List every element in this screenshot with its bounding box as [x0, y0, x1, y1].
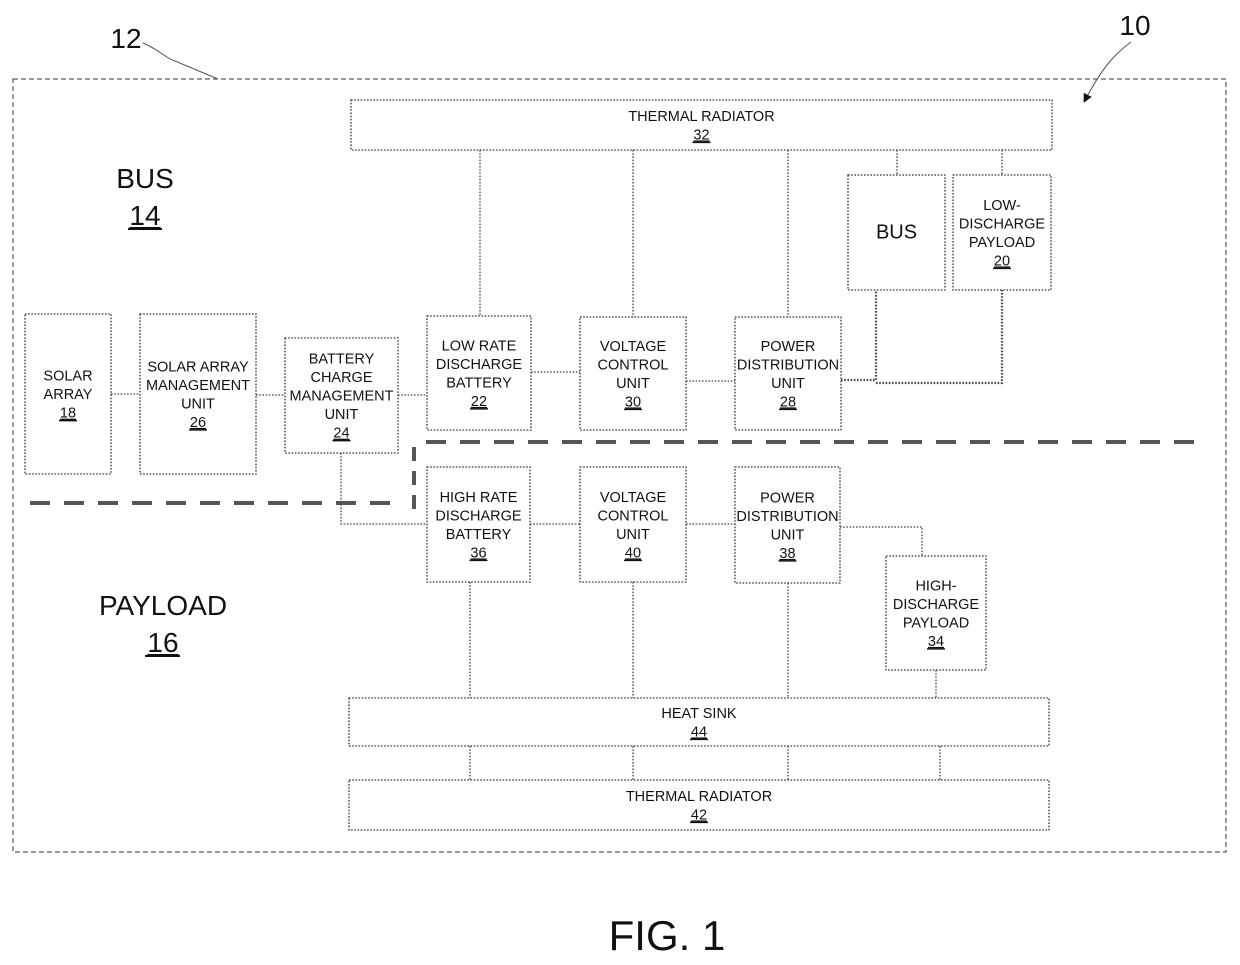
block-label-line: HEAT SINK — [661, 706, 737, 722]
bus-region-label: BUS — [116, 163, 174, 194]
block-thermal-radiator-32: THERMAL RADIATOR 32 — [350, 99, 1053, 151]
block-frame — [734, 466, 841, 584]
block-label-line: CHARGE — [310, 370, 372, 386]
block-bus-load: BUS — [847, 174, 946, 291]
block-label-line: UNIT — [771, 376, 805, 392]
block-frame — [139, 313, 257, 475]
block-ref-number: 32 — [693, 127, 709, 143]
block-label-line: BATTERY — [446, 527, 512, 543]
block-label-line: ARRAY — [44, 387, 93, 403]
block-label-line: UNIT — [325, 407, 359, 423]
block-frame — [426, 466, 531, 583]
block-label-line: THERMAL RADIATOR — [626, 789, 772, 805]
block-ref-number: 30 — [625, 394, 641, 410]
block-ref-number: 22 — [471, 394, 487, 410]
block-ref-number: 20 — [994, 253, 1010, 269]
block-label-line: POWER — [761, 339, 816, 355]
block-voltage-control-unit-30: VOLTAGE CONTROL UNIT 30 — [579, 316, 687, 431]
figure-label: FIG. 1 — [609, 912, 726, 959]
block-label-line: CONTROL — [598, 357, 669, 373]
connector-power-distribution-unit-28-to-bus-load — [841, 290, 878, 382]
block-label-line: MANAGEMENT — [290, 389, 394, 405]
block-label-line: CONTROL — [598, 508, 669, 524]
block-ref-number: 26 — [190, 415, 206, 431]
block-ref-number: 34 — [928, 634, 944, 650]
block-label-line: LOW- — [983, 198, 1021, 214]
block-solar-array-18: SOLAR ARRAY 18 — [24, 313, 112, 475]
block-ref-number: 38 — [779, 546, 795, 562]
block-power-distribution-unit-28: POWER DISTRIBUTION UNIT 28 — [734, 316, 842, 431]
block-label-line: LOW RATE — [442, 338, 517, 354]
block-ref-number: 44 — [691, 724, 707, 740]
block-label-line: UNIT — [616, 376, 650, 392]
enclosure-leader-line — [142, 42, 219, 80]
payload-region-label: PAYLOAD — [99, 590, 227, 621]
system-block-diagram: 12 10 BUS 14 PAYLOAD 16 THERMAL RADIATOR… — [12, 10, 1227, 959]
connector-power-distribution-unit-28-to-low-discharge-payload-20 — [876, 290, 1004, 385]
block-low-rate-discharge-battery-22: LOW RATE DISCHARGE BATTERY 22 — [426, 315, 532, 431]
block-label-line: MANAGEMENT — [146, 378, 250, 394]
block-label-line: DISTRIBUTION — [736, 509, 838, 525]
block-label-line: BUS — [876, 222, 917, 244]
block-label-line: BATTERY — [309, 352, 375, 368]
block-ref-number: 28 — [780, 394, 796, 410]
block-high-rate-discharge-battery-36: HIGH RATE DISCHARGE BATTERY 36 — [426, 466, 531, 583]
block-label-line: BATTERY — [446, 375, 512, 391]
block-ref-number: 42 — [691, 807, 707, 823]
block-label-line: THERMAL RADIATOR — [628, 109, 774, 125]
block-frame — [885, 555, 987, 671]
block-frame — [579, 316, 687, 431]
block-label-line: VOLTAGE — [600, 339, 667, 355]
block-label-line: DISCHARGE — [959, 216, 1046, 232]
block-label-line: HIGH- — [915, 578, 956, 594]
block-label-line: DISTRIBUTION — [737, 357, 839, 373]
block-high-discharge-payload-34: HIGH- DISCHARGE PAYLOAD 34 — [885, 555, 987, 671]
connector-power-distribution-unit-38-to-high-discharge-payload-34 — [840, 526, 923, 556]
system-ref-callout: 10 — [1119, 10, 1150, 41]
block-voltage-control-unit-40: VOLTAGE CONTROL UNIT 40 — [579, 466, 687, 583]
block-frame — [952, 174, 1052, 291]
block-frame — [579, 466, 687, 583]
bus-region-ref: 14 — [129, 200, 160, 231]
enclosure-ref-callout: 12 — [110, 23, 141, 54]
connector-battery-charge-management-unit-24-to-high-rate-discharge-battery-36 — [340, 453, 427, 525]
block-low-discharge-payload-20: LOW- DISCHARGE PAYLOAD 20 — [952, 174, 1052, 291]
block-thermal-radiator-42: THERMAL RADIATOR 42 — [348, 779, 1050, 831]
block-label-line: PAYLOAD — [969, 235, 1035, 251]
block-label-line: DISCHARGE — [435, 508, 522, 524]
block-label-line: HIGH RATE — [440, 490, 518, 506]
block-label-line: DISCHARGE — [893, 597, 980, 613]
block-battery-charge-management-unit-24: BATTERY CHARGE MANAGEMENT UNIT 24 — [284, 337, 399, 454]
block-power-distribution-unit-38: POWER DISTRIBUTION UNIT 38 — [734, 466, 841, 584]
block-label-line: SOLAR ARRAY — [147, 359, 249, 375]
block-ref-number: 36 — [470, 545, 486, 561]
block-label-line: POWER — [760, 490, 815, 506]
system-ref-arrow — [1083, 41, 1132, 103]
block-ref-number: 18 — [60, 406, 76, 422]
block-heat-sink-44: HEAT SINK 44 — [348, 697, 1050, 747]
block-frame — [734, 316, 842, 431]
block-label-line: UNIT — [181, 396, 215, 412]
block-label-line: UNIT — [616, 527, 650, 543]
block-label-line: VOLTAGE — [600, 490, 667, 506]
block-ref-number: 40 — [625, 545, 641, 561]
block-ref-number: 24 — [333, 426, 349, 442]
block-label-line: SOLAR — [43, 369, 92, 385]
block-label-line: DISCHARGE — [436, 357, 523, 373]
payload-region-ref: 16 — [147, 627, 178, 658]
block-label-line: UNIT — [771, 527, 805, 543]
block-frame — [426, 315, 532, 431]
block-label-line: PAYLOAD — [903, 615, 969, 631]
block-solar-array-management-unit-26: SOLAR ARRAY MANAGEMENT UNIT 26 — [139, 313, 257, 475]
blocks: THERMAL RADIATOR 32 BUS LOW- DISCHARGE PAYLOA… — [24, 99, 1053, 831]
